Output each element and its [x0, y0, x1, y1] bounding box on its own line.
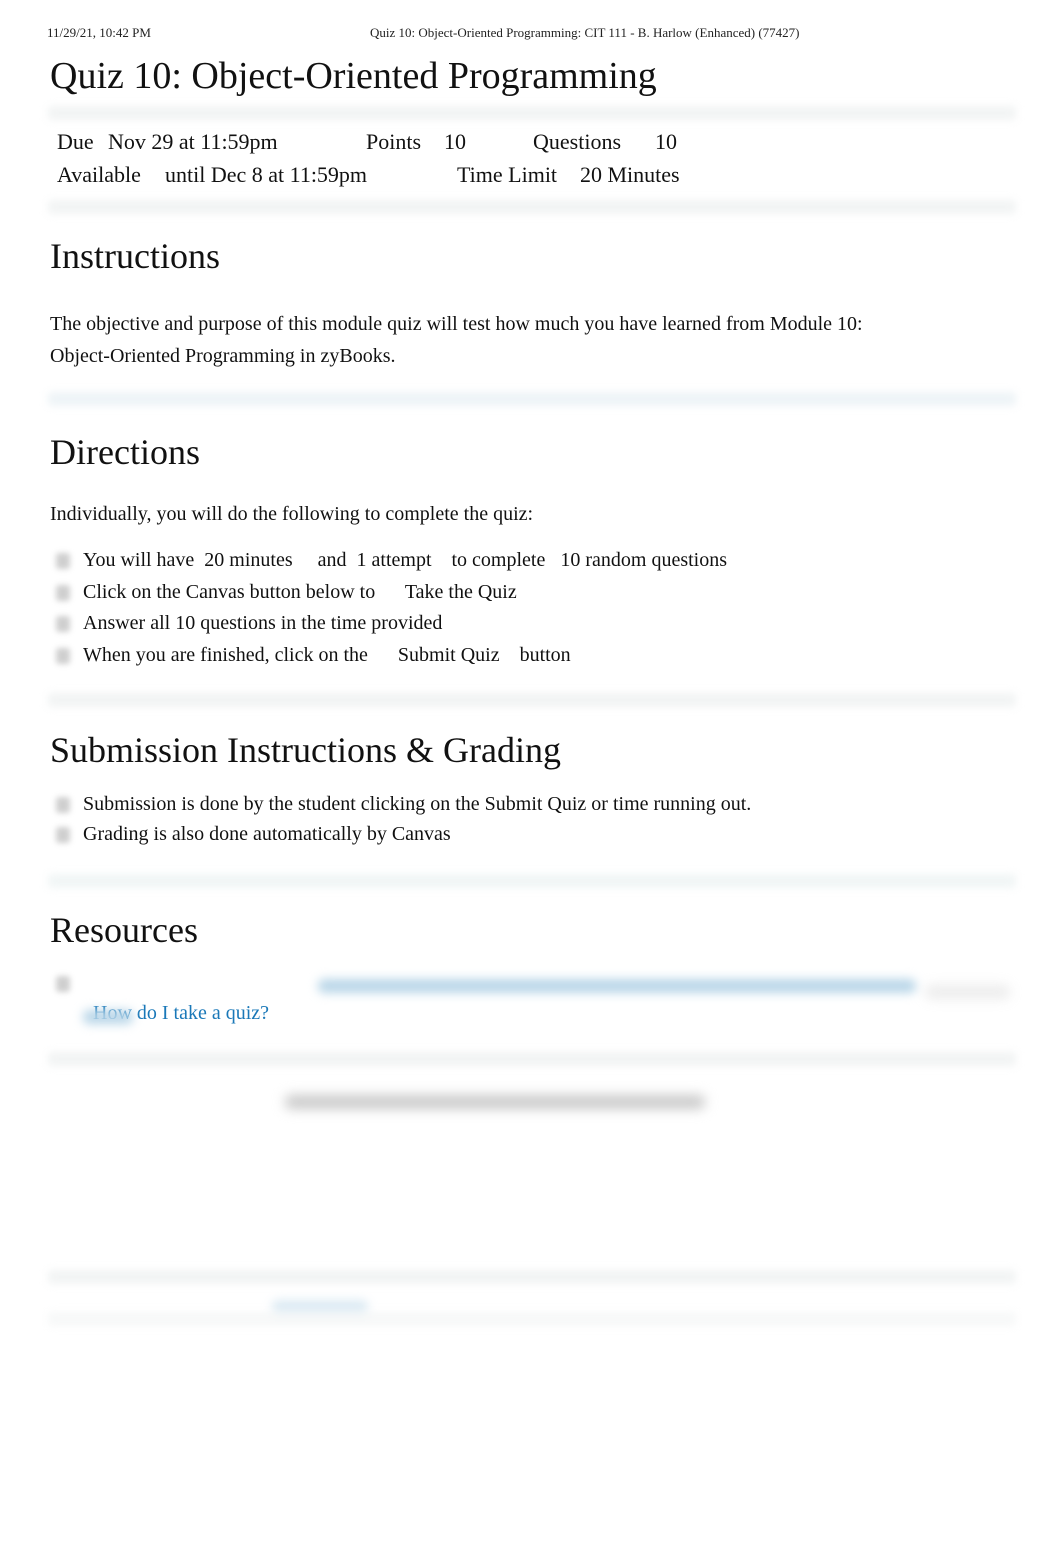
list-bullet [56, 976, 70, 992]
instructions-text-line2: Object-Oriented Programming in zyBooks. [50, 345, 396, 367]
list-item: When you are finished, click on the Subm… [83, 644, 571, 666]
blurred-notice-text [285, 1095, 705, 1109]
questions-value: 10 [655, 129, 677, 154]
list-item: Click on the Canvas button below to Take… [83, 581, 517, 603]
list-item: You will have 20 minutes and 1 attempt t… [83, 549, 728, 571]
list-item: Submission is done by the student clicki… [83, 793, 752, 815]
divider [48, 106, 1016, 120]
list-bullet [56, 553, 70, 569]
list-bullet [56, 827, 70, 843]
print-page-title: Quiz 10: Object-Oriented Programming: CI… [370, 25, 800, 40]
due-label: Due [57, 129, 94, 154]
list-item: Grading is also done automatically by Ca… [83, 823, 451, 845]
list-bullet [56, 797, 70, 813]
list-bullet [56, 648, 70, 664]
resource-url-tail [925, 985, 1010, 999]
divider [48, 1270, 1016, 1284]
questions-label: Questions [533, 129, 621, 154]
divider [48, 200, 1016, 214]
points-label: Points [366, 129, 422, 154]
directions-heading: Directions [50, 432, 200, 472]
list-item: Answer all 10 questions in the time prov… [83, 612, 443, 634]
directions-intro: Individually, you will do the following … [50, 503, 534, 525]
page-title: Quiz 10: Object-Oriented Programming [50, 55, 657, 97]
quiz-details: Due Nov 29 at 11:59pm Points 10 Question… [0, 126, 1062, 196]
instructions-text-line1: The objective and purpose of this module… [50, 313, 863, 335]
list-bullet [56, 616, 70, 632]
resource-url-link[interactable] [318, 979, 916, 993]
submission-heading: Submission Instructions & Grading [50, 730, 561, 770]
time-limit-value: 20 Minutes [580, 162, 680, 187]
available-label: Available [57, 162, 141, 187]
time-limit-label: Time Limit [457, 162, 558, 187]
due-value: Nov 29 at 11:59pm [108, 129, 278, 154]
divider [48, 874, 1016, 888]
available-value: until Dec 8 at 11:59pm [165, 162, 368, 187]
divider [48, 1052, 1016, 1066]
list-bullet [56, 585, 70, 601]
divider [48, 1312, 1016, 1326]
print-datetime: 11/29/21, 10:42 PM [47, 25, 151, 40]
resources-heading: Resources [50, 910, 198, 950]
instructions-heading: Instructions [50, 236, 220, 276]
divider [48, 693, 1016, 707]
divider [48, 392, 1016, 406]
resource-url-link-continued[interactable] [83, 1010, 133, 1024]
points-value: 10 [444, 129, 466, 154]
